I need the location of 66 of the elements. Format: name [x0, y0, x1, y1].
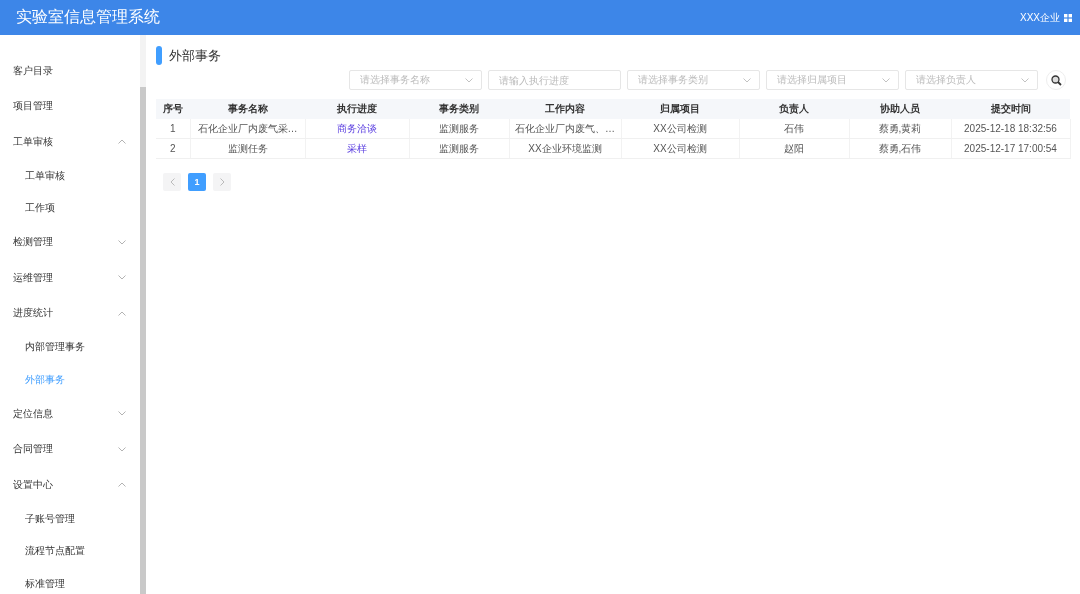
input-field[interactable]: 请输入执行进度	[488, 70, 621, 90]
sidebar-item[interactable]: 进度统计	[0, 295, 140, 331]
sidebar-item[interactable]: 运维管理	[0, 260, 140, 296]
sidebar-item[interactable]: 检测管理	[0, 224, 140, 260]
sidebar-subitem[interactable]: 流程节点配置	[0, 535, 140, 568]
scrollbar-thumb[interactable]	[140, 87, 146, 594]
table-cell: 蔡勇,石伟	[849, 138, 951, 159]
table-cell: 监测任务	[190, 138, 305, 159]
table-cell: 监测服务	[409, 119, 509, 139]
column-header: 归属项目	[621, 99, 739, 119]
table-cell: 石化企业厂内废气采…	[190, 119, 305, 139]
chevron-left-icon	[169, 178, 175, 186]
next-page-button[interactable]	[213, 173, 231, 191]
chevron-down-icon	[118, 275, 126, 281]
chevron-down-icon	[1021, 77, 1029, 83]
column-header: 提交时间	[951, 99, 1070, 119]
column-header: 工作内容	[509, 99, 621, 119]
table-cell: 商务洽谈	[305, 119, 409, 139]
column-header: 协助人员	[849, 99, 951, 119]
chevron-up-icon	[118, 139, 126, 145]
sidebar-subitem[interactable]: 内部管理事务	[0, 331, 140, 364]
sidebar-subitem[interactable]: 工单审核	[0, 159, 140, 192]
table-cell: 蔡勇,黄莉	[849, 119, 951, 139]
company-name[interactable]: XXX企业	[1020, 10, 1060, 25]
table-cell: 采样	[305, 138, 409, 159]
chevron-right-icon	[219, 178, 225, 186]
chevron-down-icon	[465, 77, 473, 83]
sidebar-item[interactable]: 客户目录	[0, 53, 140, 89]
chevron-down-icon	[743, 77, 751, 83]
table-cell: 赵阳	[739, 138, 849, 159]
chevron-down-icon	[882, 77, 890, 83]
sidebar-subitem[interactable]: 标准管理	[0, 567, 140, 594]
column-header: 序号	[156, 99, 190, 119]
chevron-up-icon	[118, 310, 126, 316]
chevron-down-icon	[118, 239, 126, 245]
table-cell: 石化企业厂内废气、…	[509, 119, 621, 139]
sidebar-item[interactable]: 定位信息	[0, 396, 140, 432]
page-title: 外部事务	[169, 46, 221, 65]
column-header: 事务名称	[190, 99, 305, 119]
table-cell: 2025-12-18 18:32:56	[951, 119, 1070, 139]
table-cell: 1	[156, 119, 190, 139]
table-cell: 2025-12-17 17:00:54	[951, 138, 1070, 159]
search-icon	[1050, 74, 1062, 86]
search-button[interactable]	[1046, 70, 1066, 90]
column-header: 事务类别	[409, 99, 509, 119]
column-header: 执行进度	[305, 99, 409, 119]
table-cell: XX公司检测	[621, 138, 739, 159]
sidebar-subitem[interactable]: 工作项	[0, 192, 140, 225]
sidebar-item[interactable]: 合同管理	[0, 431, 140, 467]
chevron-down-icon	[118, 446, 126, 452]
title-accent	[156, 46, 162, 65]
table-cell: XX公司检测	[621, 119, 739, 139]
sidebar-subitem[interactable]: 子账号管理	[0, 502, 140, 535]
column-header: 负责人	[739, 99, 849, 119]
chevron-down-icon	[118, 411, 126, 417]
grid-icon[interactable]	[1064, 13, 1072, 22]
chevron-up-icon	[118, 482, 126, 488]
previous-page-button[interactable]	[163, 173, 181, 191]
sidebar-item[interactable]: 工单审核	[0, 124, 140, 160]
sidebar-item[interactable]: 设置中心	[0, 467, 140, 503]
table-cell: 2	[156, 138, 190, 159]
app-title: 实验室信息管理系统	[16, 7, 161, 27]
table-cell: 监测服务	[409, 138, 509, 159]
table-cell: XX企业环境监测	[509, 138, 621, 159]
table-cell: 石伟	[739, 119, 849, 139]
sidebar-item[interactable]: 项目管理	[0, 88, 140, 124]
